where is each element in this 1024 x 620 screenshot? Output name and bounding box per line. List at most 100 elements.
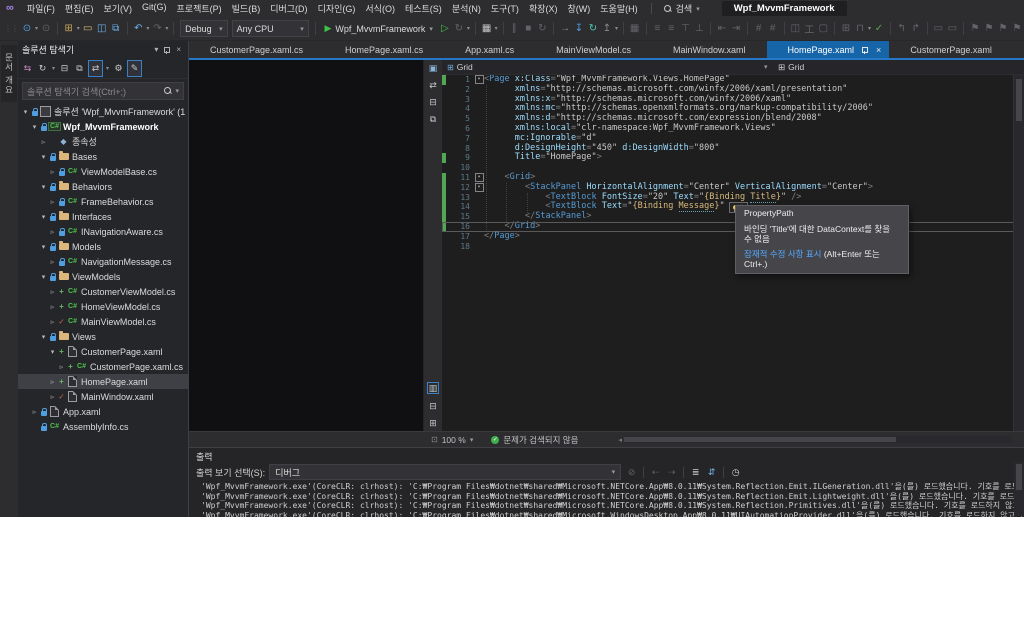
pin-icon[interactable] [861, 46, 869, 54]
scrollbar-track[interactable] [623, 436, 1012, 443]
collapse-icon[interactable]: ▾ [48, 348, 57, 356]
designer-editor-splitter[interactable]: ▣ ⇄ ⊟ ⧉ ▥ ⊟ ⊞ [423, 60, 442, 431]
tree-item-Views[interactable]: ▾ Views [18, 329, 188, 344]
word-wrap-icon[interactable]: ≣ [689, 467, 702, 478]
step-out-icon[interactable]: ↥ [600, 20, 614, 37]
fold-toggle[interactable]: ▾ [474, 183, 484, 193]
autoscroll-icon[interactable]: ⇵ [705, 467, 718, 478]
align-bottoms-icon[interactable]: ⊥ [692, 20, 706, 37]
output-log[interactable]: 'Wpf_MvvmFramework.exe'(CoreCLR: clrhost… [189, 481, 1024, 517]
tree-item-Bases[interactable]: ▾ Bases [18, 149, 188, 164]
tab-CustomerPage.xaml[interactable]: CustomerPage.xaml [889, 41, 1013, 58]
expand-pane-icon[interactable]: ⊞ [429, 418, 437, 428]
show-potential-fixes-link[interactable]: 잠재적 수정 사항 표시 [744, 249, 821, 259]
document-health-indicator[interactable]: ✓ 문제가 검색되지 않음 [491, 434, 578, 446]
tab-MainWindow.xaml[interactable]: MainWindow.xaml [652, 41, 767, 58]
menu-item-파일[interactable]: 파일(F) [22, 2, 60, 15]
expand-icon[interactable]: ▹ [48, 318, 57, 326]
scrollbar-thumb[interactable] [1016, 79, 1022, 121]
hot-reload-disabled-icon[interactable]: ⊙ [39, 20, 53, 37]
expand-icon[interactable]: ▹ [30, 408, 39, 416]
tree-item-INavigationAware.cs[interactable]: ▹ C# INavigationAware.cs [18, 224, 188, 239]
step-over-icon[interactable]: ↻ [586, 20, 600, 37]
menu-item-창[interactable]: 창(W) [563, 2, 596, 15]
expand-icon[interactable]: ▹ [48, 378, 57, 386]
platform-select[interactable]: Any CPU ▾ [231, 20, 309, 37]
collapse-icon[interactable]: ▾ [39, 273, 48, 281]
expand-icon[interactable]: ▹ [48, 168, 57, 176]
target-browser-icon[interactable]: ▦ [480, 20, 494, 37]
chevron-down-icon[interactable]: ▾ [52, 65, 55, 72]
refresh-icon[interactable]: ↻ [36, 61, 49, 76]
snap-grid-icon[interactable]: ⊓ [853, 20, 867, 37]
tree-item-AssemblyInfo.cs[interactable]: C# AssemblyInfo.cs [18, 419, 188, 434]
close-icon[interactable]: × [173, 45, 184, 54]
configuration-select[interactable]: Debug ▾ [180, 20, 228, 37]
collapse-icon[interactable]: ▾ [39, 153, 48, 161]
fold-toggle[interactable]: ▾ [474, 173, 484, 183]
bookmark-clear-icon[interactable]: ⚑ [1010, 20, 1024, 37]
expand-icon[interactable]: ▹ [48, 198, 57, 206]
expand-icon[interactable]: ▹ [39, 138, 48, 146]
preview-selected-items-icon[interactable]: ✎ [127, 59, 143, 77]
design-view-icon[interactable]: ▣ [429, 63, 438, 73]
stop-icon[interactable]: ■ [521, 20, 535, 37]
collapse-icon[interactable]: ▾ [21, 108, 30, 116]
popout-pane-icon[interactable]: ⧉ [430, 114, 436, 124]
menu-item-서식[interactable]: 서식(O) [360, 2, 400, 15]
tree-item-CustomerPage.xaml.cs[interactable]: ▹ + C# CustomerPage.xaml.cs [18, 359, 188, 374]
tree-item-HomeViewModel.cs[interactable]: ▹ + C# HomeViewModel.cs [18, 299, 188, 314]
output-vertical-scrollbar[interactable] [1014, 462, 1024, 516]
align-rights-icon[interactable]: ≡ [664, 20, 678, 37]
menu-item-디버그[interactable]: 디버그(D) [265, 2, 312, 15]
menu-item-프로젝트[interactable]: 프로젝트(P) [172, 2, 227, 15]
expand-icon[interactable]: ▹ [48, 393, 57, 401]
bookmark-next-icon[interactable]: ⚑ [996, 20, 1010, 37]
tab-document-outline[interactable]: 문서 개요 [1, 45, 17, 103]
tree-item-Behaviors[interactable]: ▾ Behaviors [18, 179, 188, 194]
search-control[interactable]: 검색 ▾ [660, 2, 704, 15]
chevron-down-icon[interactable]: ▾ [146, 25, 149, 32]
menu-item-확장[interactable]: 확장(X) [524, 2, 563, 15]
snaplines-icon[interactable]: ✓ [872, 20, 886, 37]
collapse-icon[interactable]: ▾ [39, 333, 48, 341]
tree-item-App.xaml[interactable]: ▹ App.xaml [18, 404, 188, 419]
goto-previous-message-icon[interactable]: ⇠ [649, 467, 662, 478]
collapse-icon[interactable]: ▾ [39, 183, 48, 191]
chevron-down-icon[interactable]: ▾ [165, 25, 168, 32]
tab-CustomerPage.xaml.cs[interactable]: CustomerPage.xaml.cs [189, 41, 324, 58]
align-tops-icon[interactable]: ⊤ [678, 20, 692, 37]
collapse-region-icon[interactable]: ▾ [474, 183, 484, 193]
start-debugging-button[interactable]: ▶ Wpf_MvvmFramework ▾ [319, 20, 437, 37]
show-next-statement-icon[interactable]: → [558, 20, 572, 37]
start-without-debugging-icon[interactable]: ▷ [438, 20, 452, 37]
collapse-region-icon[interactable]: ▾ [474, 75, 484, 85]
show-grid-icon[interactable]: ⊞ [839, 20, 853, 37]
xaml-designer-surface[interactable] [189, 60, 423, 431]
save-all-icon[interactable]: ⧉ [109, 20, 123, 37]
chevron-down-icon[interactable]: ▾ [77, 25, 80, 32]
tree-item-HomePage.xaml[interactable]: ▹ + HomePage.xaml [18, 374, 188, 389]
menu-item-빌드[interactable]: 빌드(B) [227, 2, 266, 15]
undo-icon[interactable]: ↶ [131, 20, 145, 37]
breadcrumb-element[interactable]: ⊞ Grid [442, 62, 473, 72]
menu-item-편집[interactable]: 편집(E) [60, 2, 99, 15]
chevron-down-icon[interactable]: ▾ [467, 25, 470, 32]
solution-search-input[interactable]: 솔루션 탐색기 검색(Ctrl+;) ▾ [22, 82, 184, 100]
show-all-files-icon[interactable]: ⧉ [73, 61, 86, 76]
tree-item--[interactable]: ▹ ◆ 종속성 [18, 134, 188, 149]
apply-code-changes-icon[interactable]: ↻ [452, 20, 466, 37]
properties-icon[interactable]: ⚙ [112, 61, 125, 76]
output-source-select[interactable]: 디버그 ▾ [269, 464, 622, 480]
expand-icon[interactable]: ▹ [48, 228, 57, 236]
tab-HomePage.xaml.cs[interactable]: HomePage.xaml.cs [324, 41, 444, 58]
tab-HomePage.xaml[interactable]: HomePage.xaml × [766, 41, 890, 58]
expand-icon[interactable]: ▹ [48, 258, 57, 266]
chevron-down-icon[interactable]: ▾ [495, 25, 498, 32]
tree-item-ViewModels[interactable]: ▾ ViewModels [18, 269, 188, 284]
tab-MainViewModel.cs[interactable]: MainViewModel.cs [535, 41, 652, 58]
collapse-icon[interactable]: ▾ [39, 213, 48, 221]
chevron-down-icon[interactable]: ▾ [151, 45, 161, 54]
chevron-down-icon[interactable]: ▾ [868, 25, 871, 32]
step-into-icon[interactable]: ↧ [572, 20, 586, 37]
